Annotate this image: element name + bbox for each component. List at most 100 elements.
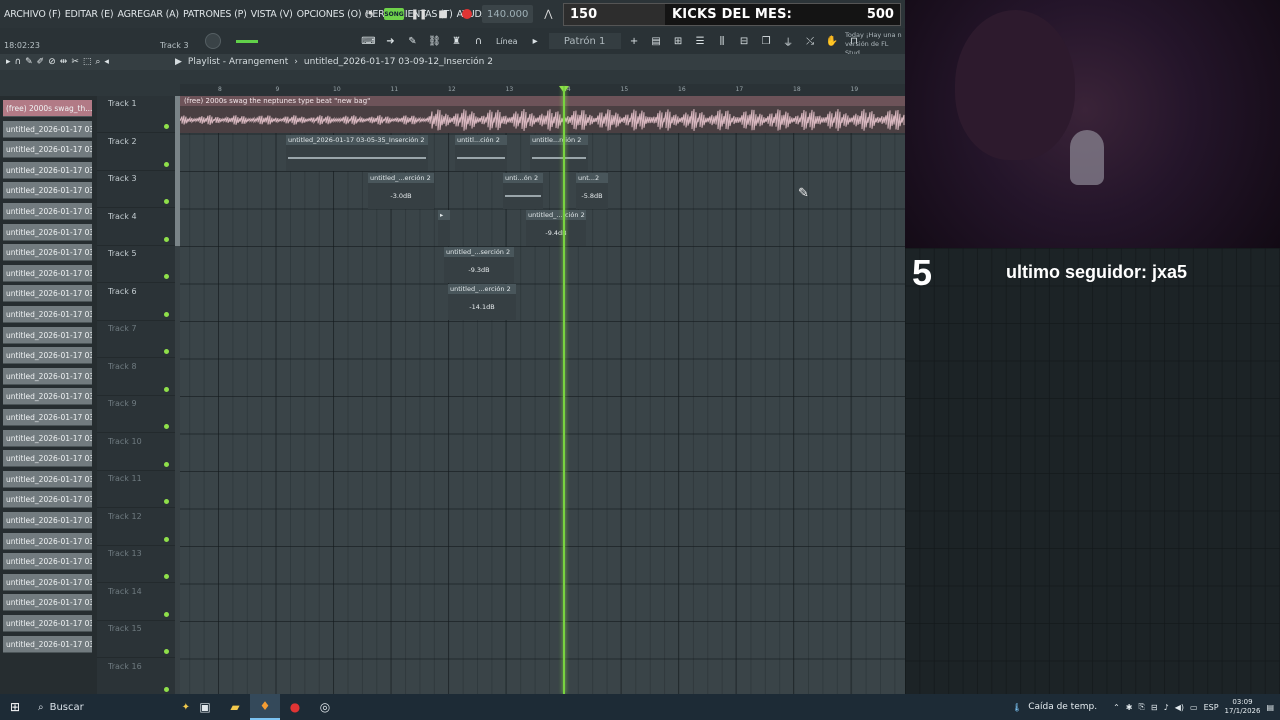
track-header[interactable]: Track 6 <box>97 284 180 321</box>
playlist-icon[interactable]: ▤ <box>648 33 665 50</box>
menu-item[interactable]: EDITAR (E) <box>65 9 114 20</box>
menu-item[interactable]: OPCIONES (O) <box>297 9 362 20</box>
tempo-display[interactable]: 140.000 <box>482 5 534 23</box>
clip-source-item[interactable]: untitled_2026-01-17 03-... <box>3 491 92 509</box>
track-header[interactable]: Track 16 <box>97 659 180 696</box>
file-explorer-icon[interactable]: ▰ <box>220 694 250 720</box>
track-mute-led[interactable] <box>164 649 169 654</box>
clip-track4-a[interactable]: ▸ <box>438 210 450 246</box>
clip-track3-b[interactable]: unti...ón 2 <box>503 173 543 209</box>
track-header[interactable]: Track 5 <box>97 246 180 283</box>
tempo-tapper-icon[interactable]: ⤯ <box>802 33 819 50</box>
record-button[interactable] <box>458 5 476 23</box>
clip-source-item[interactable]: untitled_2026-01-17 03-... <box>3 450 92 468</box>
menu-item[interactable]: VISTA (V) <box>251 9 293 20</box>
clip-source-item[interactable]: untitled_2026-01-17 03-... <box>3 203 92 220</box>
zoom-tool-icon[interactable]: ⌕ <box>95 57 100 67</box>
network-icon[interactable]: ⊟ <box>1151 703 1158 712</box>
track-mute-led[interactable] <box>164 236 169 242</box>
clip-source-item[interactable]: untitled_2026-01-17 03-... <box>3 553 92 571</box>
arrow-right-icon[interactable]: ➜ <box>382 33 399 50</box>
plugin-icon[interactable]: ⏚ <box>780 33 797 50</box>
track-mute-led[interactable] <box>164 349 169 354</box>
draw-tool-icon[interactable]: ✎ <box>25 57 33 67</box>
taskbar-search[interactable]: ⌕ Buscar ✦ <box>30 694 190 720</box>
clip-source-item[interactable]: untitled_2026-01-17 03-... <box>3 532 92 550</box>
clip-source-item[interactable]: untitled_2026-01-17 03-... <box>3 223 92 241</box>
playhead-line[interactable] <box>563 86 565 694</box>
track-header[interactable]: Track 9 <box>97 396 180 433</box>
clip-track3-a[interactable]: untitled_...erción 2 -3.0dB <box>368 173 434 209</box>
track-mute-led[interactable] <box>164 611 169 617</box>
clip-source-item[interactable]: untitled_2026-01-17 03-... <box>3 326 92 344</box>
track-header[interactable]: Track 15 <box>97 621 180 658</box>
snap-selector[interactable]: Línea <box>492 37 522 46</box>
stop-button[interactable]: ■ <box>434 5 452 23</box>
mixer-icon[interactable]: ⫼ <box>714 33 731 50</box>
clock[interactable]: 03:09 17/1/2026 <box>1225 698 1261 716</box>
track-mute-led[interactable] <box>164 574 169 579</box>
pitch-icon[interactable]: ⋀ <box>539 5 557 23</box>
track-header[interactable]: Track 7 <box>97 321 180 358</box>
keyboard-icon[interactable]: ⌨ <box>360 33 377 50</box>
track-mute-led[interactable] <box>164 386 169 392</box>
menu-item[interactable]: PATRONES (P) <box>183 9 247 20</box>
clip-source-item[interactable]: untitled_2026-01-17 03-... <box>3 244 92 262</box>
chrome-app-icon[interactable]: ◎ <box>310 694 340 720</box>
track-mute-led[interactable] <box>164 461 169 467</box>
track-header[interactable]: Track 2 <box>97 134 180 171</box>
master-volume-knob[interactable] <box>205 33 221 49</box>
clip-source-item[interactable]: untitled_2026-01-17 03-... <box>3 182 92 200</box>
channel-rack-icon[interactable]: ☰ <box>692 33 709 50</box>
slip-tool-icon[interactable]: ✂ <box>71 57 79 67</box>
track-header[interactable]: Track 1 <box>97 96 180 133</box>
track-mute-led[interactable] <box>164 199 169 204</box>
weather-icon[interactable]: 🌡 <box>1012 703 1022 712</box>
volume-icon[interactable]: ◀) <box>1175 703 1184 712</box>
track-mute-led[interactable] <box>164 536 169 542</box>
track-header[interactable]: Track 11 <box>97 471 180 508</box>
options-arrow-icon[interactable]: ▸ <box>6 57 11 67</box>
language-indicator[interactable]: ESP <box>1204 703 1219 712</box>
track-mute-led[interactable] <box>164 274 169 279</box>
hand-icon[interactable]: ✋ <box>824 33 841 50</box>
clip-track6[interactable]: untitled_...erción 2 -14.1dB <box>448 284 516 320</box>
master-pitch-slider[interactable] <box>236 40 258 43</box>
microphone-tray-icon[interactable]: ♪ <box>1164 703 1169 712</box>
browser-icon[interactable]: ⊟ <box>736 33 753 50</box>
fl-studio-taskbar-icon[interactable]: ♦ <box>250 694 280 720</box>
menu-item[interactable]: ARCHIVO (F) <box>4 9 61 20</box>
clip-track2-b[interactable]: untitl...ción 2 <box>455 135 507 171</box>
metronome-icon[interactable]: ◔ <box>360 5 378 23</box>
link-icon[interactable]: ⛓ <box>426 33 443 50</box>
clip-track2-c[interactable]: untitle...rción 2 <box>530 135 588 171</box>
track-mute-led[interactable] <box>164 686 169 692</box>
pattern-selector[interactable]: Patrón 1 <box>548 33 621 49</box>
piano-roll-icon[interactable]: ⊞ <box>670 33 687 50</box>
stamp-icon[interactable]: ♜ <box>448 33 465 50</box>
select-tool-icon[interactable]: ⬚ <box>83 57 92 67</box>
song-mode-toggle[interactable]: SONG <box>384 8 404 20</box>
delete-tool-icon[interactable]: ⊘ <box>48 57 56 67</box>
tray-chevron-icon[interactable]: ⌃ <box>1113 703 1120 712</box>
playback-tool-icon[interactable]: ◂ <box>104 57 109 67</box>
track-header[interactable]: Track 3 <box>97 171 180 208</box>
clip-source-item[interactable]: untitled_2026-01-17 03-... <box>3 388 92 406</box>
track-header[interactable]: Track 4 <box>97 209 180 246</box>
track-mute-led[interactable] <box>164 124 169 129</box>
clip-source-item[interactable]: untitled_2026-01-17 03-... <box>3 285 92 303</box>
track-mute-led[interactable] <box>164 424 169 429</box>
menu-item[interactable]: AGREGAR (A) <box>117 9 179 20</box>
clip-source-item[interactable]: untitled_2026-01-17 03-... <box>3 306 92 323</box>
magnet-snap-icon[interactable]: ∩ <box>15 57 22 67</box>
clip-source-item[interactable]: untitled_2026-01-17 03-... <box>3 264 92 282</box>
clip-track3-c[interactable]: unt...2 -5.8dB <box>576 173 608 209</box>
pattern-prev-icon[interactable]: ▸ <box>527 33 544 50</box>
weather-text[interactable]: Caída de temp. <box>1028 702 1097 712</box>
clip-source-item[interactable]: untitled_2026-01-17 03-... <box>3 367 92 385</box>
mute-tool-icon[interactable]: ⇹ <box>60 57 68 67</box>
clip-source-item[interactable]: untitled_2026-01-17 03-... <box>3 615 92 632</box>
timeline-ruler[interactable]: 8 9 10 11 12 13 14 15 16 17 18 19 <box>180 84 905 96</box>
clip-source-item[interactable]: untitled_2026-01-17 03-... <box>3 573 92 591</box>
clipboard-icon[interactable]: ❐ <box>758 33 775 50</box>
